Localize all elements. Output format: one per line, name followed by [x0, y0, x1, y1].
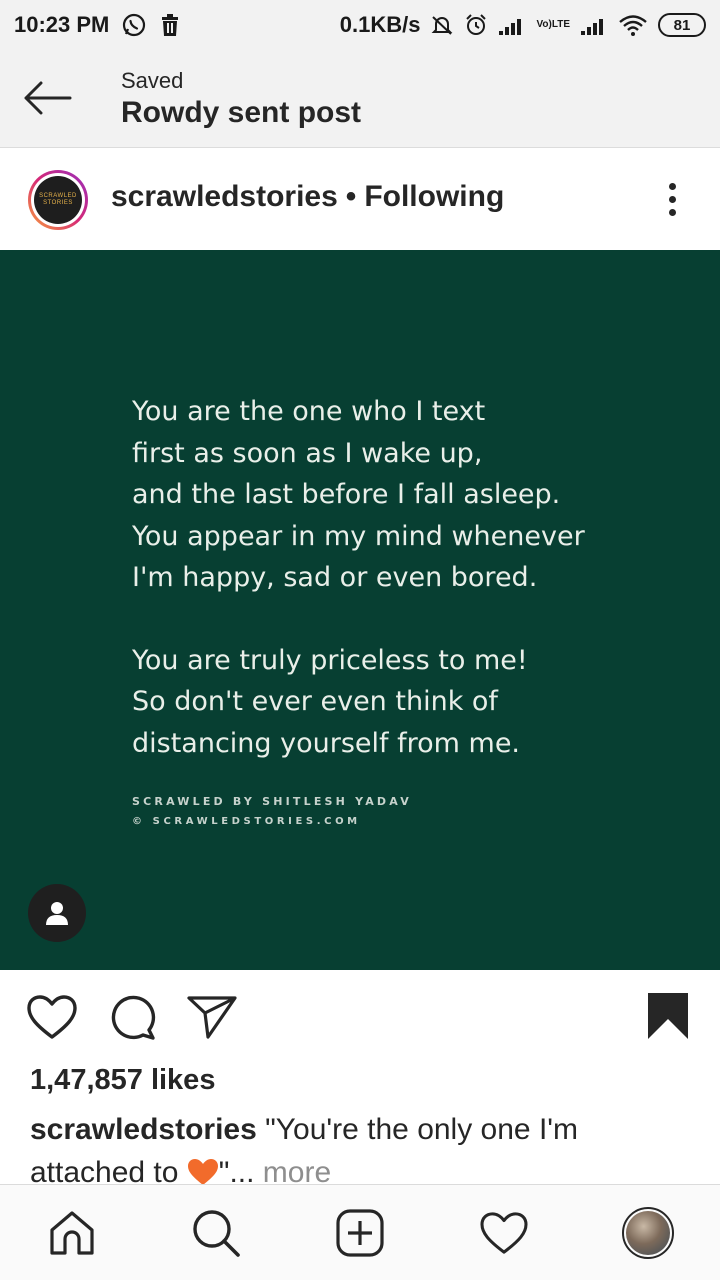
search-icon: [193, 1210, 240, 1257]
caption-username[interactable]: scrawledstories: [30, 1113, 257, 1146]
avatar-logo-text-bottom: STORIES: [43, 200, 73, 206]
nav-new-post[interactable]: [330, 1203, 390, 1263]
heart-outline-icon: [27, 995, 77, 1039]
image-copyright: © SCRAWLEDSTORIES.COM: [132, 816, 361, 827]
battery-level: 81: [673, 16, 691, 34]
bookmark-filled-icon: [648, 993, 688, 1039]
save-button[interactable]: [644, 990, 692, 1042]
send-icon: [187, 996, 237, 1039]
page-title: Rowdy sent post: [121, 96, 362, 129]
comment-button[interactable]: [106, 992, 158, 1042]
post-header: SCRAWLED STORIES scrawledstories • Follo…: [0, 150, 720, 250]
status-bar: 10:23 PM 0.1KB/s Vo) LTE 81: [0, 0, 720, 50]
share-button[interactable]: [184, 992, 240, 1042]
likes-count[interactable]: 1,47,857 likes: [30, 1064, 215, 1097]
following-button[interactable]: Following: [364, 180, 504, 214]
volte-badge: Vo) LTE: [536, 19, 570, 30]
tagged-people-button[interactable]: [28, 884, 86, 942]
post-image[interactable]: You are the one who I text first as soon…: [0, 250, 720, 970]
post-actions: [0, 972, 720, 1062]
more-dot: [668, 195, 676, 203]
nav-home[interactable]: [42, 1203, 102, 1263]
wifi-icon: [618, 13, 648, 37]
back-button[interactable]: [18, 76, 76, 120]
signal-icon-2: [580, 14, 608, 36]
quote-line: You are the one who I text: [132, 396, 486, 427]
bottom-navigation: [0, 1184, 720, 1280]
activity-heart-icon: [480, 1212, 528, 1254]
post-username[interactable]: scrawledstories: [111, 180, 338, 214]
nav-activity[interactable]: [474, 1203, 534, 1263]
quote-line: I'm happy, sad or even bored.: [132, 562, 538, 593]
battery-icon: 81: [658, 13, 706, 37]
like-button[interactable]: [24, 992, 80, 1042]
profile-avatar: [622, 1207, 674, 1259]
home-icon: [50, 1211, 94, 1255]
signal-icon: [498, 14, 526, 36]
back-arrow-icon: [24, 81, 72, 115]
quote-line: So don't ever even think of: [132, 686, 498, 717]
avatar-logo-text-top: SCRAWLED: [39, 193, 77, 199]
quote-line: You are truly priceless to me!: [132, 644, 528, 676]
whatsapp-icon: [121, 12, 147, 38]
quote-line: first as soon as I wake up,: [132, 437, 483, 469]
nav-search[interactable]: [186, 1203, 246, 1263]
header-subtitle: Saved: [121, 68, 184, 93]
separator-dot: •: [345, 180, 357, 213]
quote-line: You appear in my mind whenever: [132, 520, 585, 552]
more-dot: [668, 208, 676, 216]
nav-profile[interactable]: [618, 1203, 678, 1263]
post-author-avatar[interactable]: SCRAWLED STORIES: [28, 170, 88, 230]
mute-alarm-icon: [430, 13, 454, 37]
add-post-icon: [336, 1209, 384, 1257]
quote-text: You are the one who I text first as soon…: [132, 391, 672, 764]
network-speed: 0.1KB/s: [339, 12, 421, 37]
more-vertical-icon: [668, 182, 676, 190]
alarm-icon: [464, 13, 488, 37]
quote-line: distancing yourself from me.: [132, 727, 521, 759]
quote-line: and the last before I fall asleep.: [132, 479, 561, 510]
status-time: 10:23 PM: [14, 12, 110, 37]
image-credit: SCRAWLED BY SHITLESH YADAV: [132, 795, 412, 808]
delete-icon: [159, 13, 181, 37]
person-icon: [46, 902, 68, 925]
more-options-button[interactable]: [652, 176, 692, 222]
app-header: Saved Rowdy sent post: [0, 50, 720, 148]
comment-icon: [111, 995, 156, 1040]
